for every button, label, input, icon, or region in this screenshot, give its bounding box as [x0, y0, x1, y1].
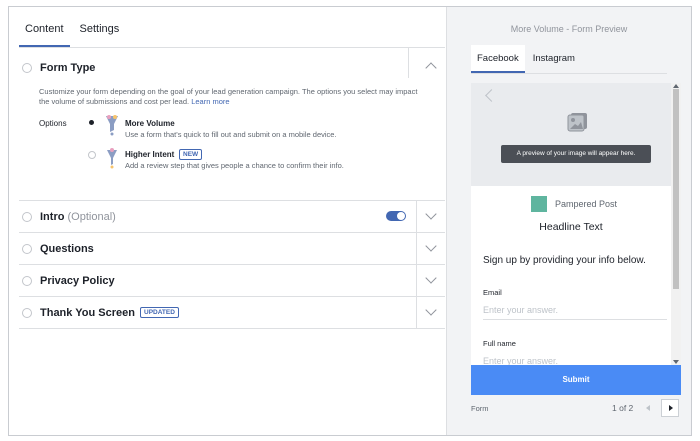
section-privacy-policy[interactable]: Privacy Policy — [19, 265, 445, 297]
preview-scrollbar[interactable] — [671, 83, 681, 365]
email-label: Email — [483, 288, 502, 297]
scroll-thumb[interactable] — [673, 89, 679, 289]
updated-badge: UPDATED — [140, 307, 179, 318]
tab-content[interactable]: Content — [19, 7, 70, 47]
options-label: Options — [39, 119, 67, 128]
new-badge: NEW — [179, 149, 203, 160]
phone-preview: A preview of your image will appear here… — [471, 83, 681, 365]
radio-selected[interactable] — [89, 120, 94, 125]
section-title: Questions — [40, 243, 94, 255]
tab-settings[interactable]: Settings — [74, 7, 126, 47]
section-title: Intro (Optional) — [40, 211, 116, 223]
section-status-radio — [22, 244, 32, 254]
option-subtitle: Add a review step that gives people a ch… — [125, 161, 344, 170]
scroll-up-icon[interactable] — [673, 84, 679, 88]
image-tooltip: A preview of your image will appear here… — [501, 145, 651, 163]
image-icon — [567, 113, 587, 132]
email-field[interactable]: Enter your answer. — [483, 305, 667, 320]
preview-title: More Volume - Form Preview — [510, 24, 628, 34]
footer-form-label: Form — [471, 404, 489, 413]
image-placeholder: A preview of your image will appear here… — [471, 83, 671, 186]
radio-unselected[interactable] — [88, 151, 96, 159]
editor-pane: Content Settings Form Type Customize you… — [9, 7, 445, 435]
full-name-label: Full name — [483, 339, 516, 348]
section-status-radio — [22, 308, 32, 318]
scroll-down-icon[interactable] — [673, 360, 679, 364]
header-divider — [416, 233, 417, 265]
brand-row: Pampered Post — [531, 196, 617, 212]
prev-page-button[interactable] — [639, 399, 657, 417]
chevron-left-icon — [646, 405, 650, 411]
option-subtitle: Use a form that's quick to fill out and … — [125, 130, 337, 139]
section-questions[interactable]: Questions — [19, 233, 445, 265]
section-intro[interactable]: Intro (Optional) — [19, 201, 445, 233]
tab-facebook[interactable]: Facebook — [471, 45, 525, 73]
chevron-left-icon[interactable] — [485, 89, 498, 102]
brand-name: Pampered Post — [555, 199, 618, 209]
learn-more-link[interactable]: Learn more — [191, 97, 229, 106]
preview-tabs-divider — [471, 73, 667, 74]
section-status-radio — [22, 276, 32, 286]
tab-instagram[interactable]: Instagram — [527, 45, 581, 73]
chevron-down-icon[interactable] — [425, 304, 437, 316]
chevron-up-icon[interactable] — [425, 62, 437, 74]
chevron-down-icon[interactable] — [425, 272, 437, 284]
form-preview-pane: More Volume - Form Preview Facebook Inst… — [446, 7, 691, 435]
section-thank-you-screen[interactable]: Thank You Screen UPDATED — [19, 297, 445, 329]
intro-toggle[interactable] — [386, 211, 406, 221]
page-indicator: 1 of 2 — [612, 403, 634, 413]
chevron-right-icon — [669, 405, 673, 411]
section-status-radio — [22, 63, 32, 73]
funnel-narrow-icon — [107, 148, 117, 169]
header-divider — [416, 297, 417, 329]
brand-logo — [531, 196, 547, 212]
lead-form-editor: Content Settings Form Type Customize you… — [8, 6, 692, 436]
header-divider — [416, 201, 417, 233]
section-title: Privacy Policy — [40, 275, 115, 287]
funnel-wide-icon — [106, 115, 118, 136]
next-page-button[interactable] — [661, 399, 679, 417]
option-title: Higher Intent — [125, 150, 175, 159]
chevron-down-icon[interactable] — [425, 208, 437, 220]
section-status-radio — [22, 212, 32, 222]
header-divider — [416, 265, 417, 297]
form-type-description: Customize your form depending on the goa… — [39, 87, 418, 106]
header-divider — [408, 48, 409, 78]
section-form-type: Form Type — [19, 48, 445, 201]
option-title: More Volume — [125, 119, 175, 128]
headline-text: Headline Text — [539, 221, 603, 233]
full-name-field[interactable]: Enter your answer. — [483, 356, 667, 365]
section-title: Form Type — [40, 62, 96, 74]
section-title: Thank You Screen — [40, 307, 135, 319]
submit-button[interactable]: Submit — [471, 365, 681, 395]
signup-text: Sign up by providing your info below. — [483, 255, 646, 266]
editor-tabs: Content Settings — [19, 7, 129, 47]
optional-label: (Optional) — [67, 211, 116, 223]
toggle-knob — [397, 212, 405, 220]
chevron-down-icon[interactable] — [425, 240, 437, 252]
preview-tabs: Facebook Instagram — [471, 45, 583, 73]
